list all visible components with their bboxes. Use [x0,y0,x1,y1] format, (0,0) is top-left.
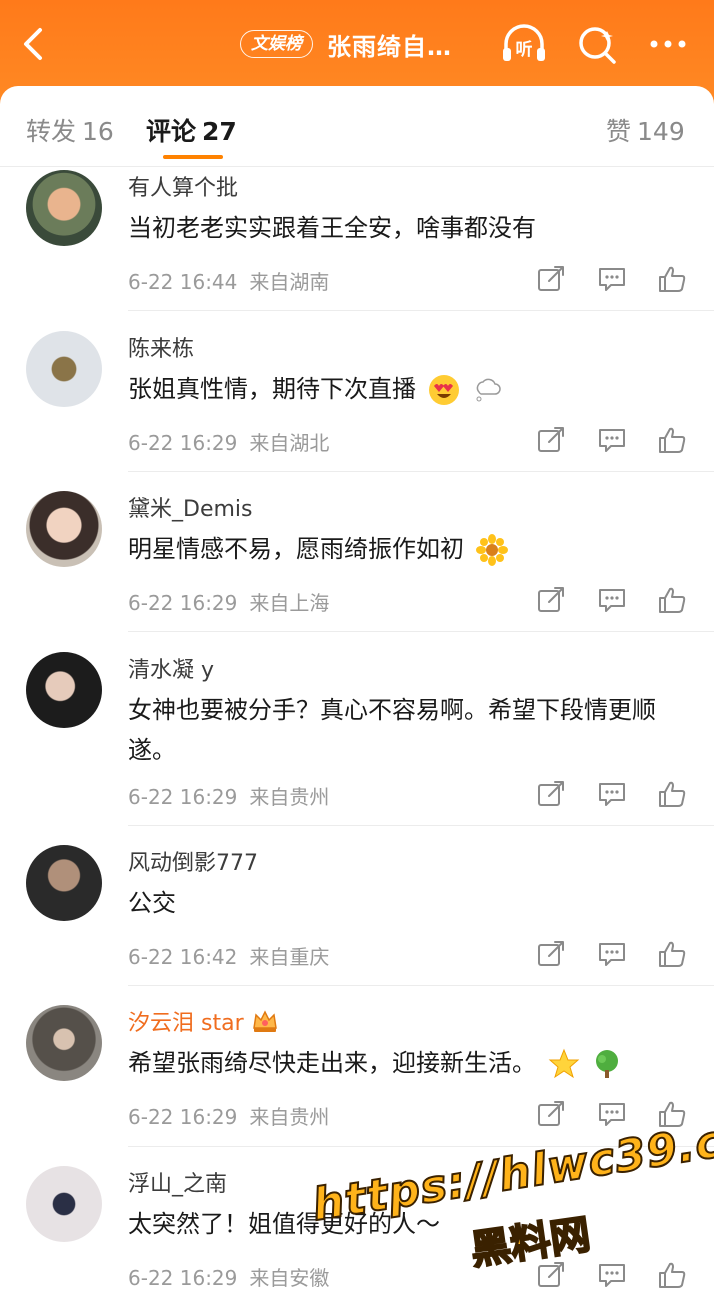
comment-location: 来自上海 [249,591,330,615]
divider [128,310,714,311]
avatar[interactable] [26,331,102,407]
tab-repost-label: 转发 [26,117,77,146]
comment-location: 来自湖北 [249,431,330,455]
star-emoji-icon [548,1048,579,1079]
thought-bubble-icon [476,378,501,402]
divider [128,471,714,472]
comment-location: 来自湖南 [249,270,330,294]
comment-text: 明星情感不易，愿雨绮振作如初 [128,529,688,569]
tab-like-label: 赞 [606,117,632,146]
comment-time: 6-22 16:44 [128,270,238,294]
comment-author[interactable]: 浮山_之南 [128,1166,227,1198]
comment-text: 女神也要被分手？真心不容易啊。希望下段情更顺遂。 [128,696,656,764]
comment-text-content: 明星情感不易，愿雨绮振作如初 [128,535,464,563]
back-chevron-icon[interactable] [18,26,54,62]
comment-author[interactable]: 陈来栋 [128,331,194,363]
comment-location: 来自安徽 [249,1266,330,1290]
divider [128,631,714,632]
share-icon[interactable] [536,779,566,809]
like-icon[interactable] [657,425,687,455]
listen-icon[interactable]: 听 [500,22,548,66]
search-icon[interactable] [574,22,622,66]
active-tab-indicator [163,155,223,159]
like-icon[interactable] [657,779,687,809]
comment-location: 来自重庆 [249,945,330,969]
divider [128,825,714,826]
comment-location: 来自贵州 [249,1105,330,1129]
comment-meta: 6-22 16:42 来自重庆 [128,941,329,970]
tree-emoji-icon [596,1050,619,1078]
share-icon[interactable] [536,264,566,294]
share-icon[interactable] [536,939,566,969]
avatar[interactable] [26,652,102,728]
tab-comment-count: 27 [202,117,237,146]
comment-author[interactable]: 汐云泪 star [128,1005,279,1037]
comment-icon[interactable] [597,1260,627,1290]
comment-time: 6-22 16:29 [128,1266,238,1290]
comment-meta: 6-22 16:29 来自湖北 [128,427,329,456]
comment-meta: 6-22 16:29 来自上海 [128,587,329,616]
comment-text: 当初老老实实跟着王全安，啥事都没有 [128,214,536,242]
comment-location: 来自贵州 [249,785,330,809]
tab-comment-label: 评论 [146,117,197,146]
comment-icon[interactable] [597,264,627,294]
listen-label: 听 [516,39,533,60]
share-icon[interactable] [536,1099,566,1129]
comment-author-name: 汐云泪 star [128,1011,244,1036]
comment-time: 6-22 16:29 [128,591,238,615]
tab-repost[interactable]: 转发 16 [26,112,114,148]
vip-crown-icon [252,1010,277,1032]
tab-repost-count: 16 [82,117,114,146]
comment-time: 6-22 16:29 [128,431,238,455]
avatar[interactable] [26,1005,102,1081]
like-icon[interactable] [657,264,687,294]
like-icon[interactable] [657,939,687,969]
comment-text: 希望张雨绮尽快走出来，迎接新生活。 [128,1043,688,1083]
comment-meta: 6-22 16:44 来自湖南 [128,266,329,295]
tab-like[interactable]: 赞 149 [606,112,685,148]
comment-meta: 6-22 16:29 来自贵州 [128,1101,329,1130]
comment-text: 张姐真性情，期待下次直播 [128,369,688,409]
comment-text: 公交 [128,889,176,917]
comment-author[interactable]: 有人算个批 [128,170,238,202]
comment-icon[interactable] [597,585,627,615]
tab-bar: 转发 16 评论 27 赞 149 [0,86,714,167]
avatar[interactable] [26,491,102,567]
comment-icon[interactable] [597,1099,627,1129]
comment-time: 6-22 16:29 [128,785,238,809]
heart-eyes-emoji-icon [428,375,459,405]
comment-icon[interactable] [597,425,627,455]
share-icon[interactable] [536,425,566,455]
comment-icon[interactable] [597,939,627,969]
comment-icon[interactable] [597,779,627,809]
avatar[interactable] [26,170,102,246]
avatar[interactable] [26,1166,102,1242]
comment-meta: 6-22 16:29 来自贵州 [128,781,329,810]
comment-author[interactable]: 清水凝 y [128,652,214,684]
comment-time: 6-22 16:42 [128,945,238,969]
avatar[interactable] [26,845,102,921]
more-icon[interactable] [644,22,692,66]
like-icon[interactable] [657,1260,687,1290]
ranking-badge[interactable]: 文娱榜 [240,30,313,58]
tab-like-count: 149 [637,117,685,146]
divider [128,985,714,986]
like-icon[interactable] [657,585,687,615]
comment-author[interactable]: 黛米_Demis [128,491,252,523]
page-title: 张雨绮自… [327,32,452,61]
share-icon[interactable] [536,585,566,615]
comment-time: 6-22 16:29 [128,1105,238,1129]
comment-meta: 6-22 16:29 来自安徽 [128,1262,329,1291]
title-group: 文娱榜 张雨绮自… [240,26,452,62]
comment-text-content: 张姐真性情，期待下次直播 [128,375,416,403]
tab-comment[interactable]: 评论 27 [146,112,237,148]
flower-emoji-icon [475,534,508,566]
comment-author[interactable]: 风动倒影777 [128,845,258,877]
comment-text-content: 希望张雨绮尽快走出来，迎接新生活。 [128,1049,536,1077]
